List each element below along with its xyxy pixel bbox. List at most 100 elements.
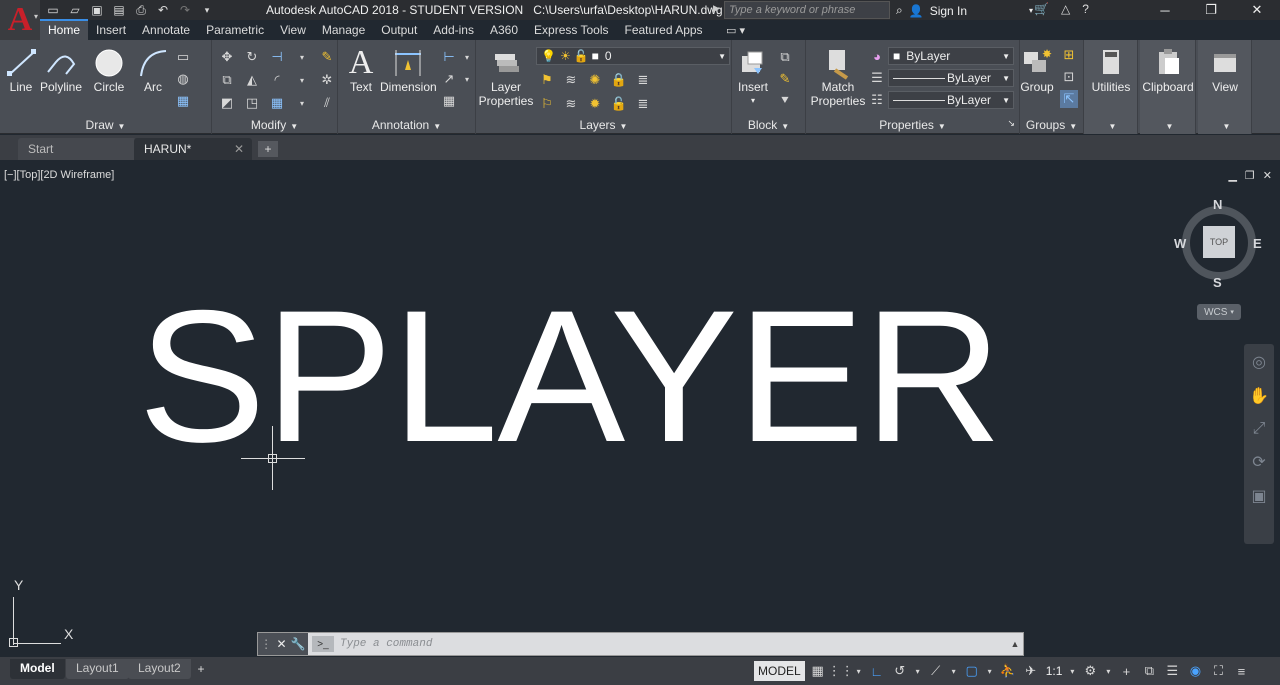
erase-icon[interactable]: ✎ <box>318 48 336 66</box>
quick-properties-icon[interactable]: ☰ <box>1162 661 1182 681</box>
layer-match-icon[interactable]: ≣ <box>634 71 652 89</box>
showmotion-icon[interactable]: ▣ <box>1251 486 1266 506</box>
dropdown-icon[interactable]: ▾ <box>462 70 472 88</box>
autodesk-exchange-icon[interactable]: △ <box>1061 2 1070 16</box>
circle-button[interactable]: Circle <box>92 46 126 94</box>
isodraft-dropdown-icon[interactable]: ▾ <box>949 661 959 681</box>
layer-thaw-icon[interactable]: ✹ <box>586 95 604 113</box>
signin-dropdown-icon[interactable]: ▾ <box>1029 6 1033 15</box>
snap-dropdown-icon[interactable]: ▾ <box>854 661 864 681</box>
table-icon[interactable]: ▦ <box>440 92 458 110</box>
groups-panel-title[interactable]: Groups ▼ <box>1020 118 1083 132</box>
array-dropdown-icon[interactable]: ▾ <box>293 94 311 112</box>
tab-a360[interactable]: A360 <box>482 21 526 40</box>
layer-isolate-icon[interactable]: ≋ <box>562 71 580 89</box>
undo-icon[interactable]: ↶ <box>154 2 172 18</box>
new-tab-button[interactable]: + <box>258 141 278 157</box>
copy-icon[interactable]: ⧉ <box>218 71 236 89</box>
signin-label[interactable]: Sign In <box>930 4 967 18</box>
polyline-button[interactable]: Polyline <box>40 46 82 94</box>
draw-panel-title[interactable]: Draw ▼ <box>0 118 211 132</box>
zoom-extents-icon[interactable]: ⤢ <box>1253 420 1266 438</box>
layer-lock-icon[interactable]: 🔒 <box>610 71 628 89</box>
properties-panel-title[interactable]: Properties ▼ ↘ <box>806 118 1019 132</box>
annotation-panel-title[interactable]: Annotation ▼ <box>338 118 475 132</box>
minimize-button[interactable]: ─ <box>1142 0 1188 20</box>
scale-icon[interactable]: ◳ <box>243 94 261 112</box>
print-icon[interactable]: ⎙ <box>132 2 150 18</box>
clipboard-button[interactable]: Clipboard <box>1142 46 1194 94</box>
tab-harun[interactable]: HARUN* ✕ <box>134 138 252 160</box>
hatch-icon[interactable]: ◍ <box>174 70 192 88</box>
units-icon[interactable]: ⧉ <box>1139 661 1159 681</box>
polar-tracking-icon[interactable]: ↺ <box>890 661 910 681</box>
match-properties-button[interactable]: Match Properties <box>810 46 866 108</box>
trim-dropdown-icon[interactable]: ▾ <box>293 48 311 66</box>
grid-icon[interactable]: ▦ <box>808 661 828 681</box>
ungroup-icon[interactable]: ⊞ <box>1060 46 1078 64</box>
rectangle-icon[interactable]: ▭ <box>174 48 192 66</box>
search-input[interactable]: Type a keyword or phrase <box>724 1 890 19</box>
pan-icon[interactable]: ✋ <box>1249 386 1269 406</box>
block-attribute-icon[interactable]: ⯆ <box>776 92 794 110</box>
orbit-icon[interactable]: ⟳ <box>1252 452 1265 472</box>
viewport-close-icon[interactable]: ✕ <box>1263 169 1272 182</box>
viewport-minimize-icon[interactable]: ▁ <box>1228 169 1236 182</box>
wcs-menu[interactable]: WCS ▾ <box>1197 304 1241 320</box>
clipboard-dropdown-icon[interactable]: ▼ <box>1140 118 1195 132</box>
drawing-text-object[interactable]: SPLAYER <box>138 282 1002 470</box>
annotation-monitor-icon[interactable]: + <box>1116 661 1136 681</box>
color-dropdown[interactable]: ■ ByLayer ▼ <box>888 47 1014 65</box>
annotation-visibility-icon[interactable]: ⛹ <box>998 661 1018 681</box>
tab-home[interactable]: Home <box>40 19 89 40</box>
binoculars-icon[interactable]: ⌕ <box>896 3 903 18</box>
layer-unlock-icon[interactable]: 🔓 <box>610 95 628 113</box>
block-panel-title[interactable]: Block ▼ <box>732 118 805 132</box>
close-commandline-icon[interactable]: ✕ <box>276 637 286 651</box>
isolate-objects-icon[interactable]: ◉ <box>1185 661 1205 681</box>
cart-icon[interactable]: 🛒 <box>1034 2 1049 16</box>
autoscale-icon[interactable]: ✈ <box>1021 661 1041 681</box>
tab-layout2[interactable]: Layout2 <box>128 659 191 679</box>
group-button[interactable]: ✸ Group <box>1020 46 1054 94</box>
tab-parametric[interactable]: Parametric <box>198 21 272 40</box>
linetype-dropdown[interactable]: ByLayer ▼ <box>888 69 1014 87</box>
arc-button[interactable]: Arc <box>136 46 170 94</box>
leader-icon[interactable]: ↗ <box>440 70 458 88</box>
compass-east[interactable]: E <box>1253 236 1262 251</box>
lineweight-dropdown[interactable]: ByLayer ▼ <box>888 91 1014 109</box>
workspace-dropdown-icon[interactable]: ▾ <box>1103 661 1113 681</box>
isodraft-icon[interactable]: ⟋ <box>926 661 946 681</box>
compass-north[interactable]: N <box>1213 197 1222 212</box>
layer-unisolate-icon[interactable]: ≋ <box>562 95 580 113</box>
tab-manage[interactable]: Manage <box>314 21 373 40</box>
command-prompt-icon[interactable]: >_ <box>312 636 334 652</box>
panel-view[interactable]: View ▼ <box>1198 40 1252 134</box>
tab-layout1[interactable]: Layout1 <box>66 659 129 679</box>
region-icon[interactable]: ▦ <box>174 92 192 110</box>
scale-dropdown-icon[interactable]: ▾ <box>1067 661 1077 681</box>
tab-annotate[interactable]: Annotate <box>134 21 198 40</box>
tab-start[interactable]: Start <box>18 138 136 160</box>
close-tab-icon[interactable]: ✕ <box>234 142 244 156</box>
open-folder-icon[interactable]: ▱ <box>66 2 84 18</box>
line-button[interactable]: Line <box>4 46 38 94</box>
compass-south[interactable]: S <box>1213 275 1222 290</box>
view-button[interactable]: View <box>1202 46 1248 94</box>
utilities-dropdown-icon[interactable]: ▼ <box>1084 118 1137 132</box>
modify-panel-title[interactable]: Modify ▼ <box>212 118 337 132</box>
annotation-scale[interactable]: 1:1 <box>1044 664 1065 678</box>
layer-properties-button[interactable]: Layer Properties <box>478 46 534 108</box>
customization-menu-icon[interactable]: ≡ <box>1231 661 1251 681</box>
application-menu-button[interactable]: A ▾ <box>0 0 40 40</box>
tab-featured-apps[interactable]: Featured Apps <box>617 21 711 40</box>
panel-utilities[interactable]: Utilities ▼ <box>1084 40 1138 134</box>
object-snap-icon[interactable]: ▢ <box>962 661 982 681</box>
mirror-icon[interactable]: ◭ <box>243 71 261 89</box>
redo-icon[interactable]: ↷ <box>176 2 194 18</box>
compass-west[interactable]: W <box>1174 236 1186 251</box>
new-layout-button[interactable]: + <box>192 661 210 677</box>
search-expand-icon[interactable]: ▶ <box>713 3 720 14</box>
offset-icon[interactable]: ⫽ <box>318 94 336 112</box>
move-icon[interactable]: ✥ <box>218 48 236 66</box>
